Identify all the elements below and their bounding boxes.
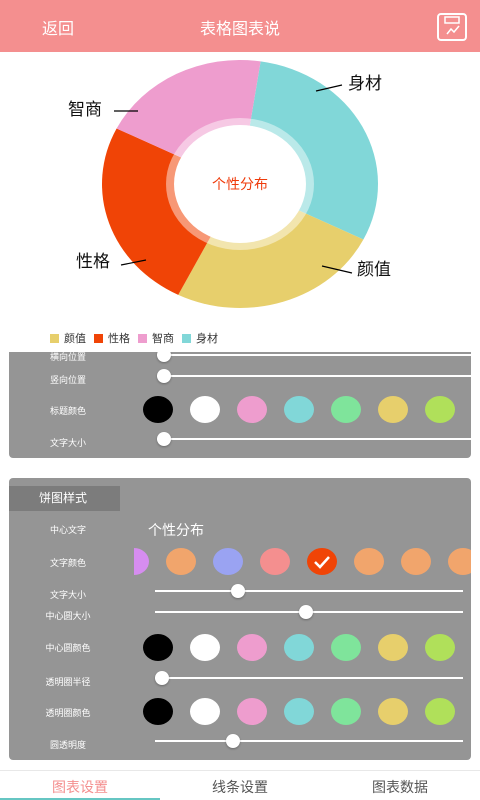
color-swatch[interactable] bbox=[143, 396, 173, 423]
color-swatch[interactable] bbox=[260, 548, 290, 575]
slider-track bbox=[155, 740, 463, 742]
slider-thumb[interactable] bbox=[157, 432, 171, 446]
horizontal-position-slider[interactable] bbox=[157, 352, 471, 362]
row-label-center-text: 中心文字 bbox=[49, 526, 86, 536]
color-swatch[interactable] bbox=[143, 634, 173, 661]
chart-legend: 颜值 性格 智商 身材 bbox=[50, 330, 226, 346]
row-label-center-color: 中心圆颜色 bbox=[45, 644, 91, 654]
color-swatch[interactable] bbox=[134, 548, 149, 575]
pie-center-label: 个性分布 bbox=[212, 177, 268, 193]
pie-style-panel: 饼图样式 中心文字 个性分布 文字颜色 文字大小 中心圆大小 中心圆颜色 透明圈… bbox=[9, 478, 471, 760]
row-label-ring-color: 透明圈颜色 bbox=[45, 709, 91, 719]
color-swatch[interactable] bbox=[378, 396, 408, 423]
pie-text-size-slider[interactable] bbox=[155, 584, 463, 598]
row-label-ring-radius: 透明圈半径 bbox=[45, 678, 91, 688]
color-swatch[interactable] bbox=[331, 396, 361, 423]
color-swatch[interactable] bbox=[378, 634, 408, 661]
tab-chart-data[interactable]: 图表数据 bbox=[320, 777, 480, 797]
legend-label: 智商 bbox=[152, 332, 174, 345]
legend-label: 性格 bbox=[108, 332, 130, 345]
slider-track bbox=[157, 438, 471, 440]
row-label-title-color: 标题颜色 bbox=[49, 407, 86, 417]
row-label-center-size: 中心圆大小 bbox=[45, 612, 91, 622]
legend-swatch bbox=[138, 333, 147, 343]
row-label-text-color: 文字颜色 bbox=[49, 559, 86, 569]
tab-line-settings[interactable]: 线条设置 bbox=[160, 777, 320, 797]
center-color-swatches bbox=[143, 634, 471, 664]
color-swatch[interactable] bbox=[307, 548, 337, 575]
text-color-swatches bbox=[134, 548, 471, 578]
ring-radius-slider[interactable] bbox=[155, 671, 463, 685]
color-swatch[interactable] bbox=[143, 698, 173, 725]
app-header: 返回 表格图表说 bbox=[0, 0, 480, 52]
color-swatch[interactable] bbox=[425, 634, 455, 661]
legend-swatch bbox=[50, 333, 59, 343]
ring-alpha-slider[interactable] bbox=[155, 734, 463, 748]
color-swatch[interactable] bbox=[331, 634, 361, 661]
app-root: 返回 表格图表说 个性分布 智商 身材 性格 颜值 颜值 性格 智商 身材 横向位置 竖向位置… bbox=[0, 0, 480, 800]
legend-label: 身材 bbox=[196, 332, 218, 345]
tab-chart-settings[interactable]: 图表设置 bbox=[0, 777, 160, 797]
legend-item: 颜值 bbox=[50, 330, 86, 346]
color-swatch[interactable] bbox=[190, 698, 220, 725]
row-label-ring-alpha: 圆透明度 bbox=[49, 741, 86, 751]
pie-slice-label: 身材 bbox=[348, 74, 382, 94]
color-swatch[interactable] bbox=[237, 396, 267, 423]
color-swatch[interactable] bbox=[190, 396, 220, 423]
row-label-text-size: 文字大小 bbox=[49, 439, 86, 449]
slider-thumb[interactable] bbox=[226, 734, 240, 748]
slider-thumb[interactable] bbox=[157, 352, 171, 362]
vertical-position-slider[interactable] bbox=[157, 369, 471, 383]
color-swatch[interactable] bbox=[190, 634, 220, 661]
slider-track bbox=[157, 354, 471, 356]
legend-swatch bbox=[182, 333, 191, 343]
title-style-panel: 横向位置 竖向位置 标题颜色 文字大小 bbox=[9, 352, 471, 458]
pie-chart: 个性分布 智商 身材性格 颜值 bbox=[68, 60, 391, 308]
color-swatch[interactable] bbox=[237, 698, 267, 725]
title-text-size-slider[interactable] bbox=[157, 432, 471, 446]
slider-track bbox=[155, 677, 463, 679]
color-swatch[interactable] bbox=[166, 548, 196, 575]
color-swatch[interactable] bbox=[425, 698, 455, 725]
legend-item: 身材 bbox=[182, 330, 218, 346]
row-label-text-size-2: 文字大小 bbox=[49, 591, 86, 601]
legend-item: 性格 bbox=[94, 330, 130, 346]
color-swatch[interactable] bbox=[448, 548, 471, 575]
center-text-input[interactable]: 个性分布 bbox=[148, 520, 204, 540]
center-circle-size-slider[interactable] bbox=[155, 605, 463, 619]
pie-slice-label: 颜值 bbox=[357, 260, 391, 280]
slider-thumb[interactable] bbox=[299, 605, 313, 619]
legend-label: 颜值 bbox=[64, 332, 86, 345]
title-color-swatches bbox=[143, 396, 471, 426]
color-swatch[interactable] bbox=[378, 698, 408, 725]
color-swatch[interactable] bbox=[425, 396, 455, 423]
slider-thumb[interactable] bbox=[155, 671, 169, 685]
color-swatch[interactable] bbox=[213, 548, 243, 575]
color-swatch[interactable] bbox=[237, 634, 267, 661]
check-icon bbox=[314, 556, 330, 569]
page-title: 表格图表说 bbox=[199, 19, 280, 38]
color-swatch[interactable] bbox=[331, 698, 361, 725]
bottom-tab-bar: 图表设置 线条设置 图表数据 bbox=[0, 770, 480, 800]
save-chart-icon[interactable] bbox=[437, 13, 467, 41]
panel-title: 饼图样式 bbox=[9, 486, 120, 511]
color-swatch[interactable] bbox=[284, 396, 314, 423]
color-swatch[interactable] bbox=[284, 698, 314, 725]
chart-area: 个性分布 智商 身材 性格 颜值 颜值 性格 智商 身材 bbox=[0, 52, 480, 352]
pie-slice-label: 智商 bbox=[68, 100, 102, 120]
color-swatch[interactable] bbox=[401, 548, 431, 575]
row-label-vertical-position: 竖向位置 bbox=[49, 376, 86, 386]
color-swatch[interactable] bbox=[284, 634, 314, 661]
slider-track bbox=[155, 590, 463, 592]
pie-slice-label: 性格 bbox=[76, 252, 110, 272]
slider-thumb[interactable] bbox=[231, 584, 245, 598]
slider-track bbox=[157, 375, 471, 377]
slider-thumb[interactable] bbox=[157, 369, 171, 383]
legend-swatch bbox=[94, 333, 103, 343]
legend-item: 智商 bbox=[138, 330, 174, 346]
color-swatch[interactable] bbox=[354, 548, 384, 575]
row-label-horizontal-position: 横向位置 bbox=[49, 353, 86, 363]
ring-color-swatches bbox=[143, 698, 471, 728]
